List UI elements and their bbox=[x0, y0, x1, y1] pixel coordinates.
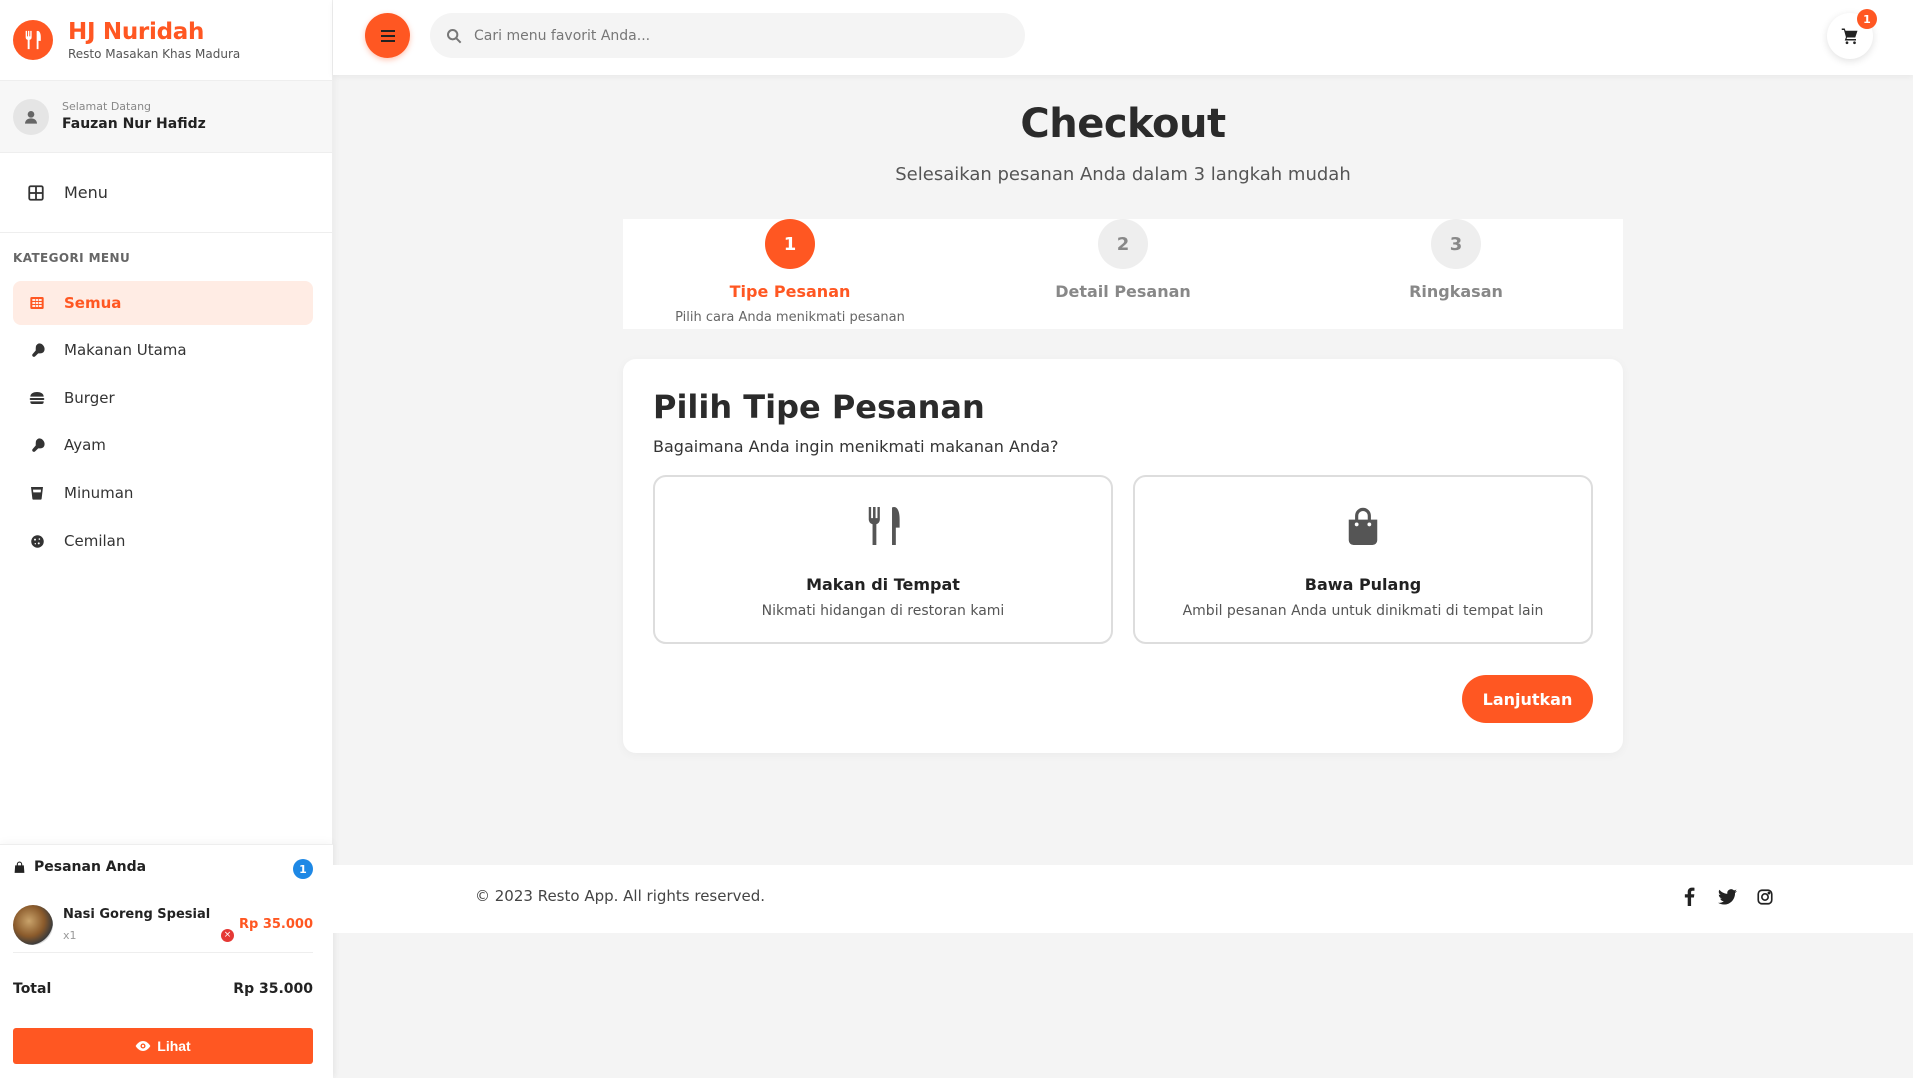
user-greeting: Selamat Datang bbox=[62, 99, 152, 113]
category-label: Ayam bbox=[64, 436, 106, 454]
category-label: Semua bbox=[64, 294, 122, 312]
grid-icon bbox=[27, 184, 47, 202]
category-label: Makanan Utama bbox=[64, 341, 187, 359]
sidebar-item-label: Menu bbox=[64, 183, 108, 202]
order-item: Nasi Goreng Spesial x1 × Rp 35.000 bbox=[13, 905, 313, 953]
option-description: Nikmati hidangan di restoran kami bbox=[761, 603, 1005, 619]
cup-icon bbox=[27, 485, 47, 501]
menu-toggle-button[interactable] bbox=[365, 13, 410, 58]
checkout-stepper: 1 Tipe Pesanan Pilih cara Anda menikmati… bbox=[623, 219, 1623, 329]
page-subtitle: Selesaikan pesanan Anda dalam 3 langkah … bbox=[895, 164, 1351, 185]
utensils-icon bbox=[655, 505, 1111, 547]
eye-icon bbox=[135, 1038, 151, 1054]
brand[interactable]: HJ Nuridah Resto Masakan Khas Madura bbox=[0, 0, 332, 81]
drumstick-icon bbox=[27, 342, 47, 359]
option-takeaway[interactable]: Bawa Pulang Ambil pesanan Anda untuk din… bbox=[1133, 475, 1593, 644]
twitter-icon[interactable] bbox=[1716, 888, 1738, 905]
category-label: Burger bbox=[64, 389, 115, 407]
order-count-badge: 1 bbox=[293, 859, 313, 879]
topbar: 1 bbox=[333, 0, 1913, 75]
option-name: Makan di Tempat bbox=[806, 575, 960, 594]
search-icon bbox=[446, 28, 462, 44]
search-bar[interactable] bbox=[430, 13, 1025, 58]
instagram-icon[interactable] bbox=[1754, 888, 1776, 906]
step-label: Ringkasan bbox=[1409, 282, 1503, 301]
category-item-minuman[interactable]: Minuman bbox=[13, 471, 313, 515]
sidebar-item-menu[interactable]: Menu bbox=[0, 153, 332, 233]
step-1[interactable]: 1 Tipe Pesanan Pilih cara Anda menikmati… bbox=[623, 219, 957, 325]
grid-icon bbox=[27, 295, 47, 311]
cart-icon bbox=[1841, 28, 1858, 45]
step-label: Tipe Pesanan bbox=[729, 282, 851, 301]
option-dine-in[interactable]: Makan di Tempat Nikmati hidangan di rest… bbox=[653, 475, 1113, 644]
order-type-card: Pilih Tipe Pesanan Bagaimana Anda ingin … bbox=[623, 359, 1623, 753]
step-description: Pilih cara Anda menikmati pesanan bbox=[675, 310, 905, 325]
order-total-value: Rp 35.000 bbox=[233, 981, 313, 997]
category-item-ayam[interactable]: Ayam bbox=[13, 423, 313, 467]
user-icon bbox=[13, 98, 49, 135]
step-2[interactable]: 2 Detail Pesanan bbox=[956, 219, 1290, 301]
brand-name: HJ Nuridah bbox=[68, 19, 205, 45]
order-header: Pesanan Anda 1 bbox=[13, 859, 313, 879]
order-panel: Pesanan Anda 1 Nasi Goreng Spesial x1 × … bbox=[0, 844, 333, 1078]
view-order-label: Lihat bbox=[157, 1038, 191, 1054]
step-number: 3 bbox=[1431, 219, 1481, 269]
order-total: Total Rp 35.000 bbox=[13, 981, 313, 997]
cookie-icon bbox=[27, 534, 47, 549]
card-title: Pilih Tipe Pesanan bbox=[653, 388, 985, 426]
burger-icon bbox=[27, 390, 47, 406]
drumstick-icon bbox=[27, 437, 47, 454]
option-name: Bawa Pulang bbox=[1304, 575, 1422, 594]
brand-tagline: Resto Masakan Khas Madura bbox=[68, 47, 241, 61]
shopping-bag-icon bbox=[13, 861, 26, 874]
food-thumbnail bbox=[13, 905, 53, 945]
view-order-button[interactable]: Lihat bbox=[13, 1028, 313, 1064]
category-item-cemilan[interactable]: Cemilan bbox=[13, 519, 313, 563]
order-total-label: Total bbox=[13, 981, 52, 997]
footer: © 2023 Resto App. All rights reserved. bbox=[333, 865, 1913, 933]
remove-item-icon[interactable]: × bbox=[221, 929, 234, 942]
utensils-icon bbox=[13, 20, 53, 60]
shopping-bag-icon bbox=[1135, 505, 1591, 547]
category-item-burger[interactable]: Burger bbox=[13, 376, 313, 420]
social-links bbox=[1678, 887, 1776, 906]
order-item-name: Nasi Goreng Spesial bbox=[63, 907, 211, 922]
step-number: 1 bbox=[765, 219, 815, 269]
facebook-icon[interactable] bbox=[1678, 887, 1700, 906]
category-item-semua[interactable]: Semua bbox=[13, 281, 313, 325]
page-title: Checkout bbox=[1020, 101, 1226, 147]
order-title: Pesanan Anda bbox=[34, 859, 147, 875]
option-description: Ambil pesanan Anda untuk dinikmati di te… bbox=[1182, 603, 1544, 619]
cart-button[interactable]: 1 bbox=[1827, 9, 1877, 59]
step-3[interactable]: 3 Ringkasan bbox=[1289, 219, 1623, 301]
continue-button[interactable]: Lanjutkan bbox=[1462, 675, 1593, 723]
search-input[interactable] bbox=[474, 27, 974, 44]
step-label: Detail Pesanan bbox=[1055, 282, 1191, 301]
order-item-price: Rp 35.000 bbox=[238, 917, 313, 932]
step-number: 2 bbox=[1098, 219, 1148, 269]
category-item-makanan-utama[interactable]: Makanan Utama bbox=[13, 328, 313, 372]
order-item-qty: x1 bbox=[63, 929, 77, 942]
category-title: KATEGORI MENU bbox=[13, 251, 131, 265]
hamburger-icon bbox=[380, 29, 395, 42]
user-card: Selamat Datang Fauzan Nur Hafidz bbox=[0, 81, 332, 153]
category-label: Minuman bbox=[64, 484, 134, 502]
sidebar: HJ Nuridah Resto Masakan Khas Madura Sel… bbox=[0, 0, 333, 1078]
user-name: Fauzan Nur Hafidz bbox=[62, 115, 206, 132]
category-label: Cemilan bbox=[64, 532, 126, 550]
copyright-text: © 2023 Resto App. All rights reserved. bbox=[475, 887, 766, 905]
cart-count-badge: 1 bbox=[1857, 9, 1877, 29]
card-question: Bagaimana Anda ingin menikmati makanan A… bbox=[653, 437, 1059, 456]
